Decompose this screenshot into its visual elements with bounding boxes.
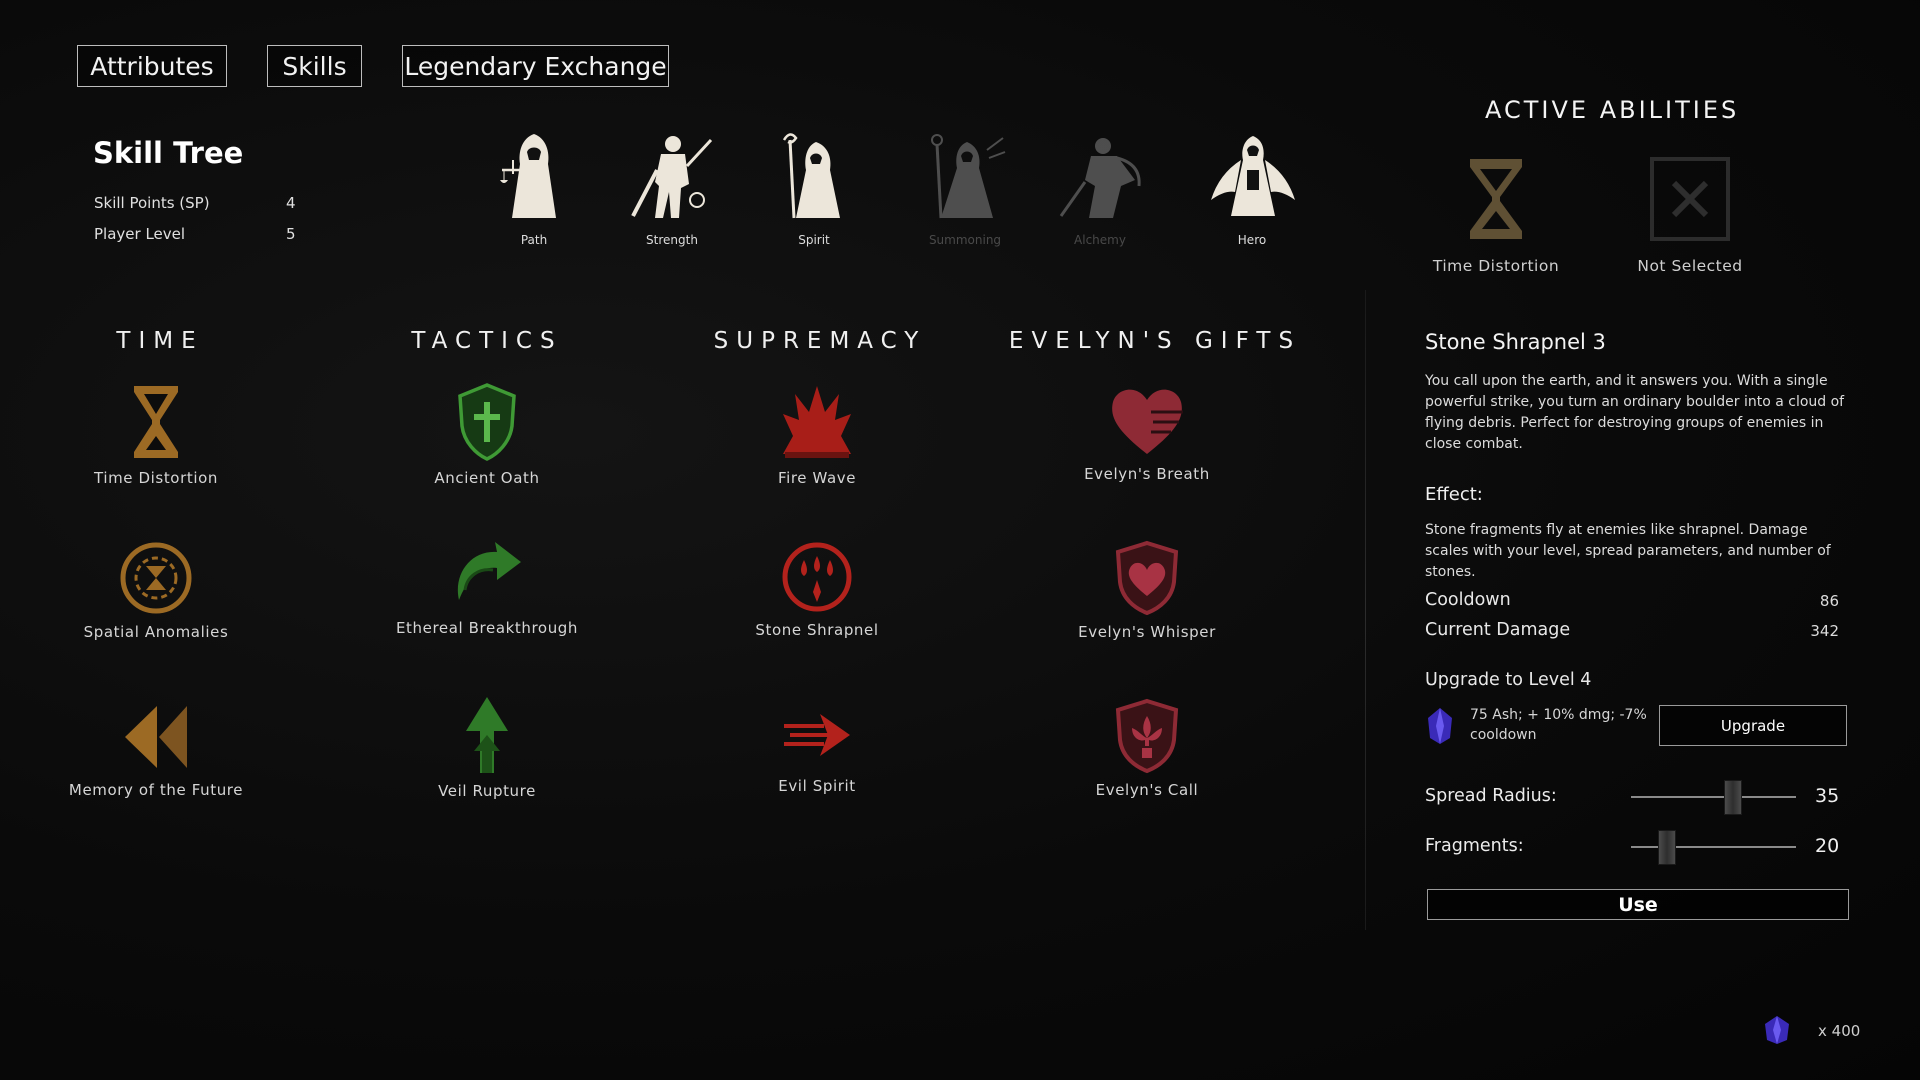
class-path-label: Path xyxy=(520,233,548,247)
ash-crystal-icon xyxy=(1428,708,1452,744)
skill-evelyns-call-label: Evelyn's Call xyxy=(1095,781,1199,799)
effect-heading: Effect: xyxy=(1425,484,1483,505)
class-strength[interactable]: Strength xyxy=(617,130,727,247)
fragments-slider-track[interactable] xyxy=(1631,846,1796,848)
hourglass-icon xyxy=(134,386,178,458)
skill-spatial-anomalies[interactable]: Spatial Anomalies xyxy=(56,540,256,643)
class-summoning[interactable]: Summoning xyxy=(910,130,1020,247)
robed-staff-figure-icon xyxy=(782,133,840,219)
tab-attributes[interactable]: Attributes xyxy=(77,45,227,87)
skill-veil-rupture-label: Veil Rupture xyxy=(438,782,536,800)
spread-radius-slider-handle[interactable] xyxy=(1724,780,1743,815)
skill-time-distortion-label: Time Distortion xyxy=(94,469,218,487)
caped-hero-icon xyxy=(1210,136,1295,216)
class-path[interactable]: Path xyxy=(479,130,589,247)
tab-skills[interactable]: Skills xyxy=(267,45,362,87)
fragments-label: Fragments: xyxy=(1425,836,1524,856)
skill-points-value: 4 xyxy=(286,194,296,212)
skill-evelyns-call[interactable]: Evelyn's Call xyxy=(1047,698,1247,801)
effect-description: Stone fragments fly at enemies like shra… xyxy=(1425,522,1831,580)
tab-legendary-exchange[interactable]: Legendary Exchange xyxy=(402,45,669,87)
category-evelyns-gifts-title: EVELYN'S GIFTS xyxy=(1008,328,1302,354)
upgrade-cost-text: 75 Ash; + 10% dmg; -7% cooldown xyxy=(1470,707,1647,743)
class-hero-label: Hero xyxy=(1237,233,1267,247)
active-ability-slot-2-label: Not Selected xyxy=(1637,257,1743,275)
upward-arrow-icon xyxy=(466,697,508,773)
hooded-scales-figure-icon xyxy=(500,134,556,218)
skill-points-label: Skill Points (SP) xyxy=(94,194,210,212)
shrapnel-drops-icon xyxy=(782,542,852,612)
upgrade-button[interactable]: Upgrade xyxy=(1659,705,1847,746)
skill-evelyns-breath-label: Evelyn's Breath xyxy=(1084,465,1210,483)
active-abilities-title: ACTIVE ABILITIES xyxy=(1485,96,1740,124)
skill-evelyns-breath[interactable]: Evelyn's Breath xyxy=(1047,382,1247,485)
skill-ethereal-breakthrough-label: Ethereal Breakthrough xyxy=(395,619,579,637)
skill-stone-shrapnel[interactable]: Stone Shrapnel xyxy=(717,540,917,641)
category-supremacy-title: SUPREMACY xyxy=(713,328,927,354)
category-tactics-title: TACTICS xyxy=(411,328,563,354)
cooldown-label: Cooldown xyxy=(1425,590,1511,610)
class-summoning-label: Summoning xyxy=(928,233,1002,247)
skill-ethereal-breakthrough[interactable]: Ethereal Breakthrough xyxy=(387,540,587,639)
fragments-slider-handle[interactable] xyxy=(1658,830,1677,865)
skill-detail-title: Stone Shrapnel 3 xyxy=(1425,330,1606,354)
skill-evelyns-whisper[interactable]: Evelyn's Whisper xyxy=(1047,540,1247,643)
summoner-figure-icon xyxy=(930,134,1005,219)
class-spirit-label: Spirit xyxy=(798,233,830,247)
empty-slot-icon xyxy=(1650,157,1730,241)
skill-spatial-anomalies-label: Spatial Anomalies xyxy=(83,623,229,641)
current-damage-label: Current Damage xyxy=(1425,620,1571,640)
skill-ancient-oath[interactable]: Ancient Oath xyxy=(387,382,587,489)
class-strength-label: Strength xyxy=(646,233,698,247)
upgrade-heading: Upgrade to Level 4 xyxy=(1425,670,1592,690)
skill-evelyns-whisper-label: Evelyn's Whisper xyxy=(1078,623,1216,641)
skill-fire-wave-label: Fire Wave xyxy=(777,469,857,487)
player-level-label: Player Level xyxy=(94,225,186,243)
skill-stone-shrapnel-label: Stone Shrapnel xyxy=(755,621,879,639)
player-level-value: 5 xyxy=(286,225,296,243)
spread-radius-slider-track[interactable] xyxy=(1631,796,1796,798)
skill-evil-spirit[interactable]: Evil Spirit xyxy=(717,700,917,797)
active-ability-slot-2[interactable]: Not Selected xyxy=(1600,155,1780,275)
class-spirit[interactable]: Spirit xyxy=(759,130,869,247)
skill-memory-of-the-future[interactable]: Memory of the Future xyxy=(56,700,256,801)
spirit-dash-icon xyxy=(784,714,850,756)
panel-divider xyxy=(1365,290,1366,930)
active-ability-slot-1[interactable]: Time Distortion xyxy=(1406,155,1586,275)
skill-time-distortion[interactable]: Time Distortion xyxy=(56,382,256,489)
class-alchemy[interactable]: Alchemy xyxy=(1045,130,1155,247)
spread-radius-value: 35 xyxy=(1815,785,1840,807)
use-button[interactable]: Use xyxy=(1427,889,1849,920)
category-time-title: TIME xyxy=(116,328,204,354)
skill-ancient-oath-label: Ancient Oath xyxy=(434,469,540,487)
cross-shield-icon xyxy=(458,383,516,461)
heart-icon xyxy=(1112,389,1183,454)
skill-fire-wave[interactable]: Fire Wave xyxy=(717,382,917,489)
ash-crystal-icon xyxy=(1765,1016,1789,1044)
breakthrough-arrow-icon xyxy=(457,542,521,600)
flame-burst-icon xyxy=(783,386,851,458)
cooldown-value: 86 xyxy=(1819,592,1839,610)
heart-shield-icon xyxy=(1115,540,1179,616)
current-damage-value: 342 xyxy=(1810,622,1839,640)
ash-currency-count: x 400 xyxy=(1818,1022,1861,1040)
alchemist-figure-icon xyxy=(1059,138,1141,218)
skill-tree-title: Skill Tree xyxy=(93,136,244,170)
skill-memory-of-the-future-label: Memory of the Future xyxy=(68,781,244,799)
skill-veil-rupture[interactable]: Veil Rupture xyxy=(387,695,587,802)
anomaly-rune-icon xyxy=(120,542,192,614)
armored-knight-icon xyxy=(631,136,713,218)
active-ability-slot-1-label: Time Distortion xyxy=(1432,257,1560,275)
spread-radius-label: Spread Radius: xyxy=(1425,786,1557,806)
hourglass-icon xyxy=(1470,159,1522,239)
rewind-icon xyxy=(125,706,187,768)
skill-evil-spirit-label: Evil Spirit xyxy=(778,777,856,795)
fragments-value: 20 xyxy=(1815,835,1840,857)
fleur-shield-icon xyxy=(1115,698,1179,774)
class-alchemy-label: Alchemy xyxy=(1074,233,1126,247)
skill-detail-description: You call upon the earth, and it answers … xyxy=(1425,373,1845,452)
class-hero[interactable]: Hero xyxy=(1197,130,1307,247)
